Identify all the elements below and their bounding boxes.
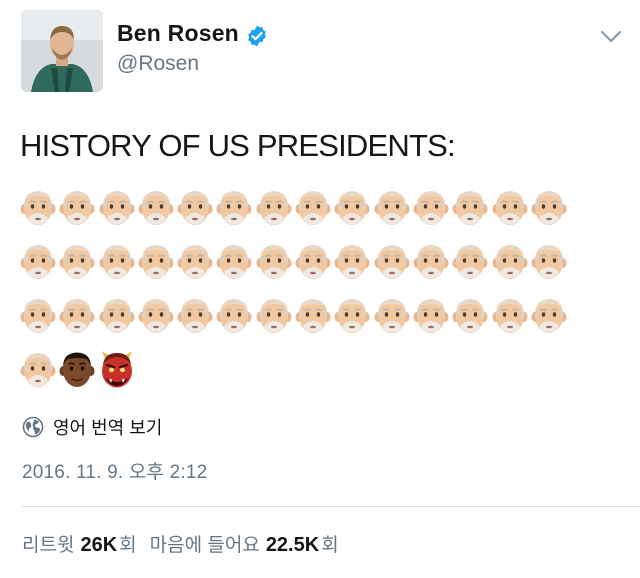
older-man-emoji-icon — [216, 188, 252, 228]
display-name[interactable]: Ben Rosen — [117, 20, 239, 47]
older-man-emoji-icon — [492, 188, 528, 228]
older-man-emoji-icon — [20, 188, 56, 228]
older-man-emoji-icon — [334, 188, 370, 228]
older-man-emoji-icon — [374, 242, 410, 282]
older-man-emoji-icon — [295, 242, 331, 282]
older-man-emoji-icon — [334, 242, 370, 282]
emoji-row — [20, 350, 580, 404]
verified-badge-icon — [245, 24, 269, 48]
retweets-label: 리트윗 — [22, 535, 75, 556]
older-man-emoji-icon — [216, 242, 252, 282]
older-man-emoji-icon — [59, 188, 95, 228]
older-man-emoji-icon — [452, 242, 488, 282]
older-man-emoji-icon — [256, 188, 292, 228]
older-man-emoji-icon — [492, 242, 528, 282]
older-man-emoji-icon — [492, 296, 528, 336]
older-man-emoji-icon — [256, 296, 292, 336]
globe-icon — [22, 416, 44, 438]
older-man-emoji-icon — [374, 188, 410, 228]
retweets-value: 26K — [80, 534, 118, 556]
avatar[interactable] — [21, 10, 103, 92]
like-count[interactable]: 마음에 들어요 22.5K 회 — [150, 530, 339, 557]
older-man-emoji-icon — [531, 296, 567, 336]
divider — [22, 506, 640, 507]
older-man-emoji-icon — [20, 350, 56, 390]
translate-label: 영어 번역 보기 — [53, 418, 163, 438]
translate-link[interactable]: 영어 번역 보기 — [22, 414, 162, 440]
older-man-emoji-icon — [413, 296, 449, 336]
older-man-emoji-icon — [59, 242, 95, 282]
older-man-emoji-icon — [374, 296, 410, 336]
chevron-down-icon[interactable] — [600, 30, 622, 44]
older-man-emoji-icon — [99, 296, 135, 336]
older-man-emoji-icon — [20, 296, 56, 336]
tweet-stats: 리트윗 26K 회 마음에 들어요 22.5K 회 — [22, 530, 352, 557]
older-man-emoji-icon — [413, 188, 449, 228]
emoji-row — [20, 296, 580, 350]
older-man-emoji-icon — [256, 242, 292, 282]
older-man-emoji-icon — [138, 242, 174, 282]
older-man-emoji-icon — [334, 296, 370, 336]
older-man-emoji-icon — [295, 296, 331, 336]
likes-label: 마음에 들어요 — [149, 535, 260, 556]
user-handle[interactable]: @Rosen — [117, 52, 199, 76]
older-man-emoji-icon — [216, 296, 252, 336]
emoji-grid — [20, 188, 580, 404]
older-man-emoji-icon — [99, 188, 135, 228]
older-man-emoji-icon — [20, 242, 56, 282]
older-man-emoji-icon — [452, 188, 488, 228]
emoji-row — [20, 188, 580, 242]
older-man-emoji-icon — [99, 242, 135, 282]
retweet-count[interactable]: 리트윗 26K 회 — [22, 530, 137, 557]
older-man-emoji-icon — [177, 242, 213, 282]
older-man-emoji-icon — [138, 296, 174, 336]
older-man-emoji-icon — [59, 296, 95, 336]
older-man-emoji-icon — [138, 188, 174, 228]
tweet-text: HISTORY OF US PRESIDENTS: — [20, 128, 456, 163]
older-man-emoji-icon — [177, 188, 213, 228]
older-man-emoji-icon — [531, 188, 567, 228]
older-man-emoji-icon — [452, 296, 488, 336]
retweets-suffix: 회 — [119, 535, 137, 556]
ogre-emoji-icon — [99, 350, 135, 390]
likes-suffix: 회 — [321, 535, 339, 556]
man-dark-skin-emoji-icon — [59, 350, 95, 390]
emoji-row — [20, 242, 580, 296]
older-man-emoji-icon — [531, 242, 567, 282]
older-man-emoji-icon — [177, 296, 213, 336]
older-man-emoji-icon — [295, 188, 331, 228]
older-man-emoji-icon — [413, 242, 449, 282]
likes-value: 22.5K — [265, 534, 320, 556]
timestamp[interactable]: 2016. 11. 9. 오후 2:12 — [22, 457, 207, 484]
